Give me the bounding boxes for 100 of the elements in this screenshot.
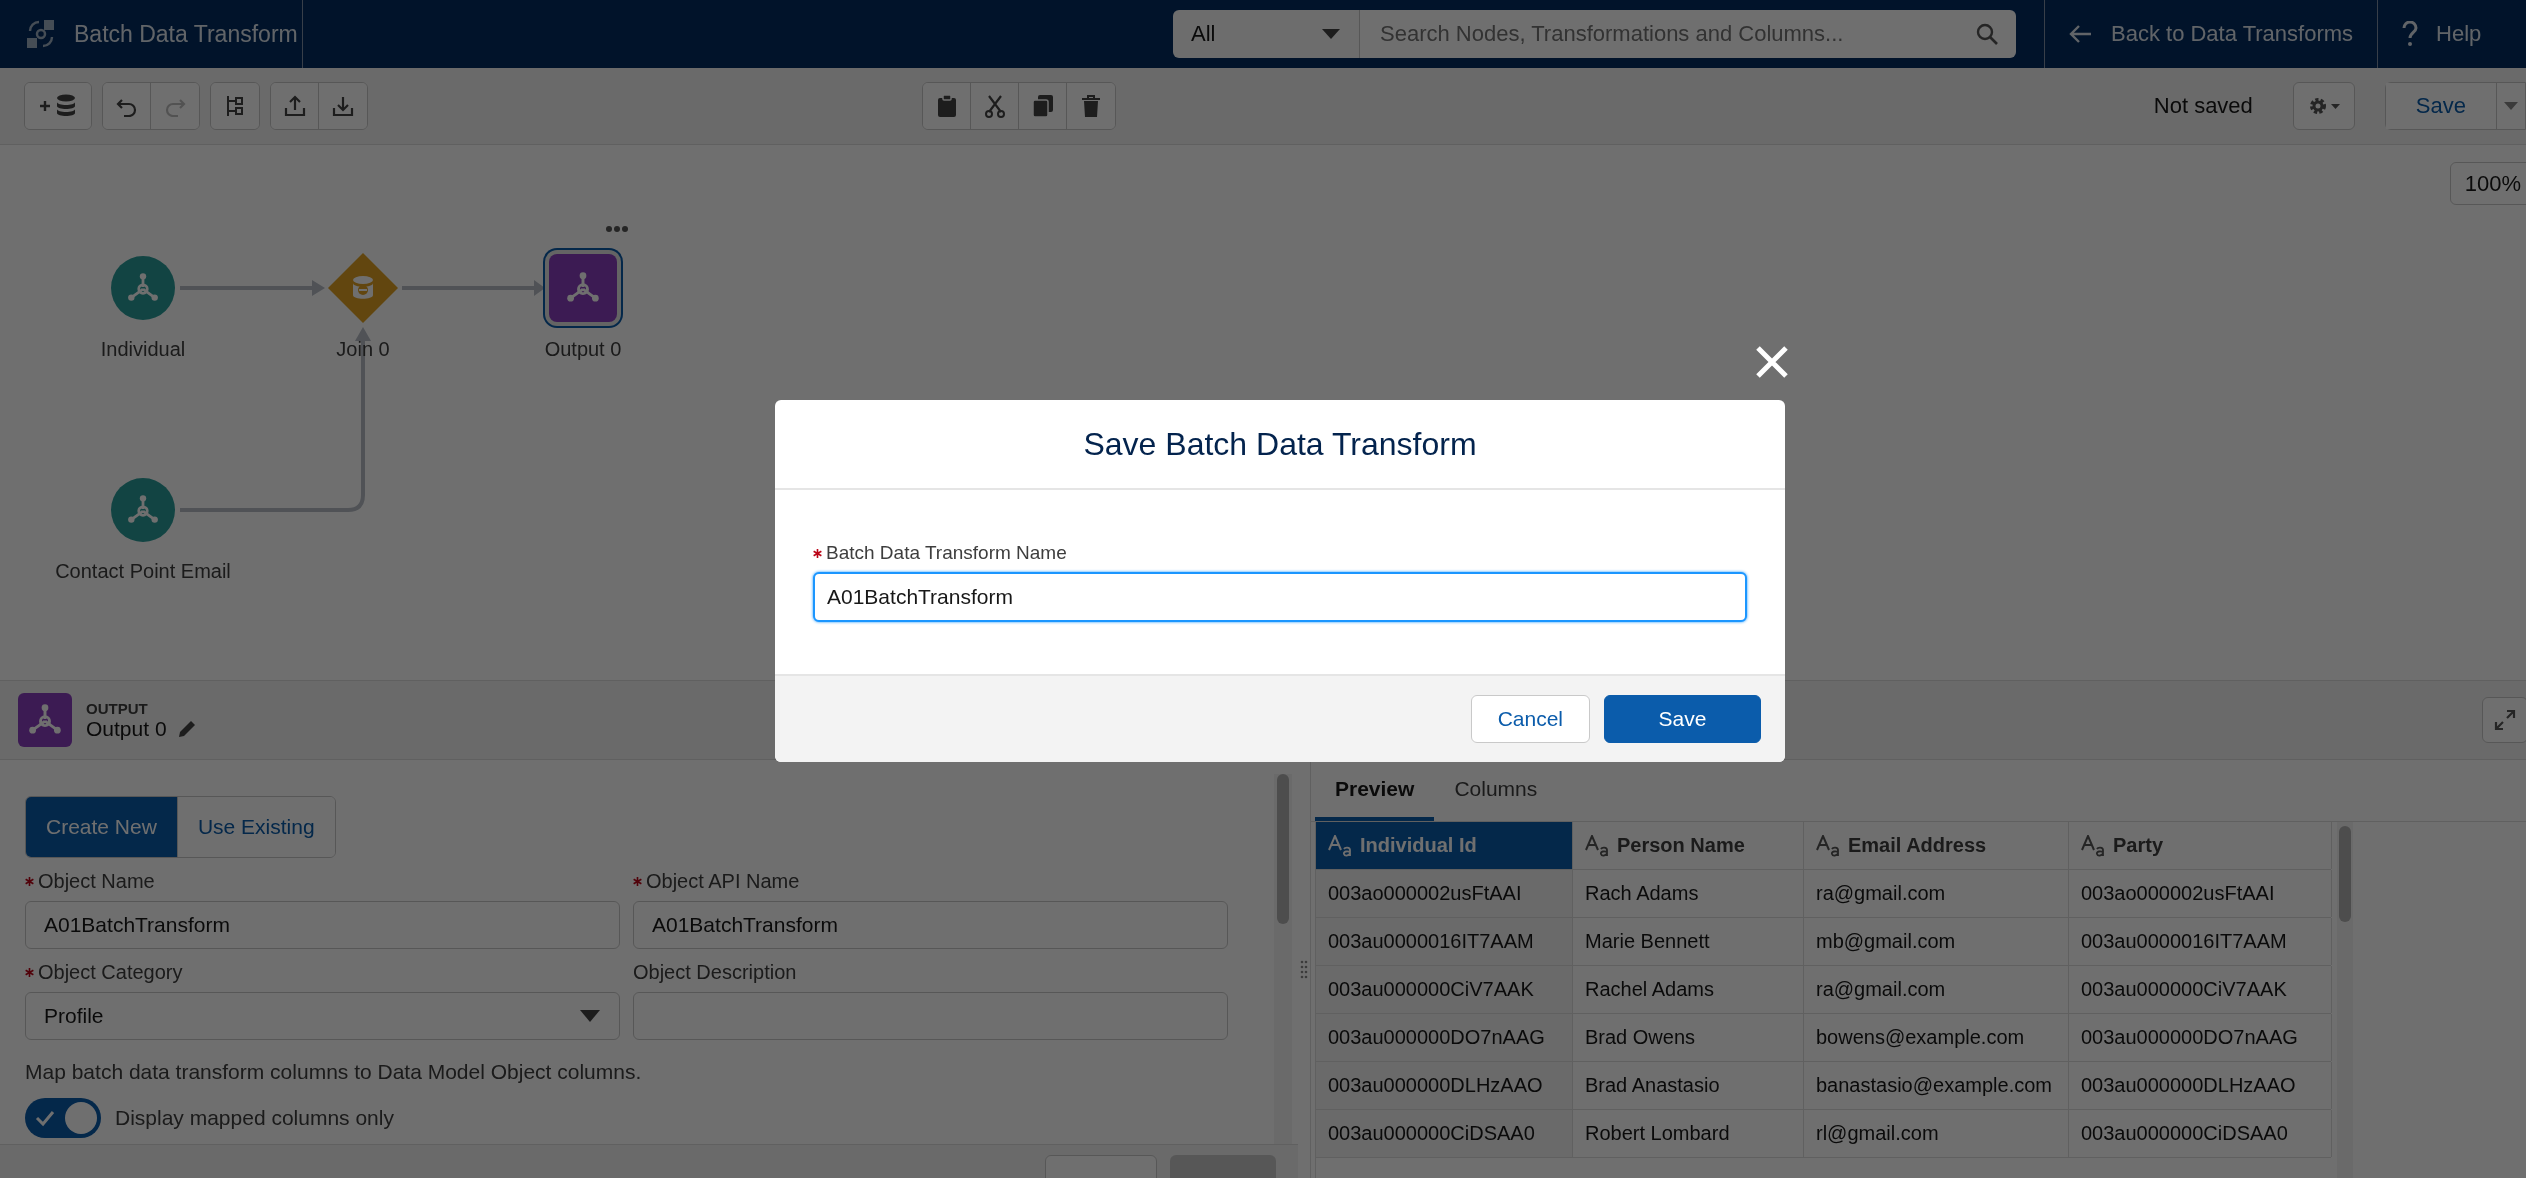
paste-button[interactable] — [923, 83, 971, 129]
help-label: Help — [2436, 21, 2482, 47]
table-cell: 003au000000DO7nAAG — [1316, 1014, 1573, 1061]
edit-pencil-icon[interactable] — [176, 718, 197, 739]
field-label: Object Description — [633, 961, 797, 984]
database-add-icon — [38, 93, 78, 119]
undo-button[interactable] — [103, 83, 151, 129]
text-type-icon — [1585, 834, 1611, 857]
text-type-icon — [1816, 834, 1842, 857]
zoom-level[interactable]: 100% — [2449, 162, 2526, 205]
field-label: Batch Data Transform Name — [826, 542, 1067, 564]
table-cell: ra@gmail.com — [1804, 870, 2069, 917]
upload-icon — [283, 95, 306, 117]
app-title: Batch Data Transform — [74, 20, 298, 48]
required-icon — [813, 548, 822, 558]
text-type-icon — [1328, 834, 1354, 857]
table-cell: mb@gmail.com — [1804, 918, 2069, 965]
column-title: Party — [2113, 834, 2164, 857]
table-cell: 003au0000016IT7AAM — [1316, 918, 1573, 965]
node-type-label: OUTPUT — [86, 699, 149, 717]
required-icon — [25, 968, 34, 977]
required-icon — [633, 877, 642, 886]
input-field[interactable]: A01BatchTransform — [25, 901, 620, 949]
hierarchy-icon — [224, 94, 246, 118]
table-cell: 003au000000DLHzAAO — [1316, 1062, 1573, 1109]
column-title: Email Address — [1848, 834, 1987, 857]
cancel-button[interactable]: Cancel — [1470, 695, 1590, 743]
layout-button[interactable] — [211, 83, 259, 129]
table-cell: 003au000000CiV7AAK — [2069, 966, 2332, 1013]
node-label: Join 0 — [336, 338, 390, 361]
table-cell: 003ao000002usFtAAI — [1316, 870, 1573, 917]
join-node[interactable] — [327, 252, 399, 324]
trash-icon — [1081, 94, 1101, 118]
table-cell: Rach Adams — [1573, 870, 1804, 917]
node-name: Output 0 — [86, 716, 167, 741]
copy-icon — [1031, 94, 1054, 118]
database-icon — [353, 276, 373, 299]
search-input[interactable]: Search Nodes, Transformations and Columns... — [1378, 20, 1966, 48]
table-cell: 003au000000CiV7AAK — [1316, 966, 1573, 1013]
field-label: Object API Name — [646, 870, 800, 893]
required-icon — [25, 877, 34, 886]
input-field[interactable] — [633, 992, 1228, 1040]
scrollbar[interactable] — [2337, 822, 2353, 1178]
table-cell: ra@gmail.com — [1804, 966, 2069, 1013]
input-field[interactable]: A01BatchTransform — [633, 901, 1228, 949]
table-cell: 003au000000CiDSAA0 — [1316, 1110, 1573, 1157]
toggle-switch[interactable] — [25, 1098, 101, 1138]
add-data-button[interactable] — [25, 83, 91, 129]
caret-icon — [2503, 101, 2519, 111]
field-label: Object Name — [38, 870, 155, 893]
dropdown-caret-icon — [1321, 28, 1341, 40]
help-icon — [2402, 21, 2419, 47]
scrollbar[interactable] — [1274, 774, 1292, 1144]
mode-tab[interactable]: Use Existing — [176, 797, 335, 857]
column-header[interactable]: Individual Id — [1316, 822, 1573, 869]
table-cell: 003au0000016IT7AAM — [2069, 918, 2332, 965]
table-cell: Marie Bennett — [1573, 918, 1804, 965]
search-icon — [1976, 23, 1998, 45]
toggle-label: Display mapped columns only — [115, 1106, 394, 1130]
name-input-field[interactable]: A01BatchTransform — [813, 572, 1747, 622]
dropdown-caret-icon — [579, 1009, 601, 1023]
download-icon — [332, 95, 354, 117]
category-dropdown[interactable]: Profile — [25, 992, 620, 1040]
node-label: Individual — [100, 338, 186, 361]
table-cell: Brad Owens — [1573, 1014, 1804, 1061]
panel-tab[interactable]: Columns — [1434, 760, 1558, 821]
scope-dropdown[interactable]: All — [1173, 10, 1360, 58]
table-cell: 003au000000DO7nAAG — [2069, 1014, 2332, 1061]
save-button[interactable]: Save — [1604, 695, 1761, 743]
dialog-title: Save Batch Data Transform — [1083, 425, 1477, 463]
table-cell: banastasio@example.com — [1804, 1062, 2069, 1109]
text-type-icon — [2081, 834, 2107, 857]
mode-tab[interactable]: Create New — [26, 797, 177, 857]
save-status: Not saved — [2153, 93, 2253, 119]
back-link-label: Back to Data Transforms — [2111, 21, 2354, 47]
column-title: Individual Id — [1360, 834, 1477, 857]
search-field[interactable]: Search Nodes, Transformations and Columns... — [1360, 10, 2016, 58]
table-cell: rl@gmail.com — [1804, 1110, 2069, 1157]
save-button[interactable]: Save — [2385, 83, 2497, 129]
table-cell: 003ao000002usFtAAI — [2069, 870, 2332, 917]
column-title: Person Name — [1617, 834, 1745, 857]
clipboard-icon — [936, 94, 957, 118]
node-label: Contact Point Email — [55, 560, 231, 583]
expand-button[interactable] — [2482, 697, 2526, 743]
table-cell: Rachel Adams — [1573, 966, 1804, 1013]
scissors-icon — [983, 94, 1006, 118]
back-arrow-icon — [2069, 24, 2093, 44]
settings-button[interactable] — [2292, 82, 2355, 130]
table-cell: 003au000000CiDSAA0 — [2069, 1110, 2332, 1157]
app-logo-icon — [26, 19, 56, 49]
field-label: Object Category — [38, 961, 183, 984]
upload-button[interactable] — [271, 83, 319, 129]
check-icon — [35, 1109, 55, 1127]
more-options-icon[interactable] — [605, 225, 629, 233]
mapping-note: Map batch data transform columns to Data Model Object columns. — [25, 1060, 643, 1084]
expand-icon — [2494, 709, 2516, 731]
node-label: Output 0 — [544, 338, 622, 361]
table-cell: Brad Anastasio — [1573, 1062, 1804, 1109]
table-cell: 003au000000DLHzAAO — [2069, 1062, 2332, 1109]
table-cell: bowens@example.com — [1804, 1014, 2069, 1061]
